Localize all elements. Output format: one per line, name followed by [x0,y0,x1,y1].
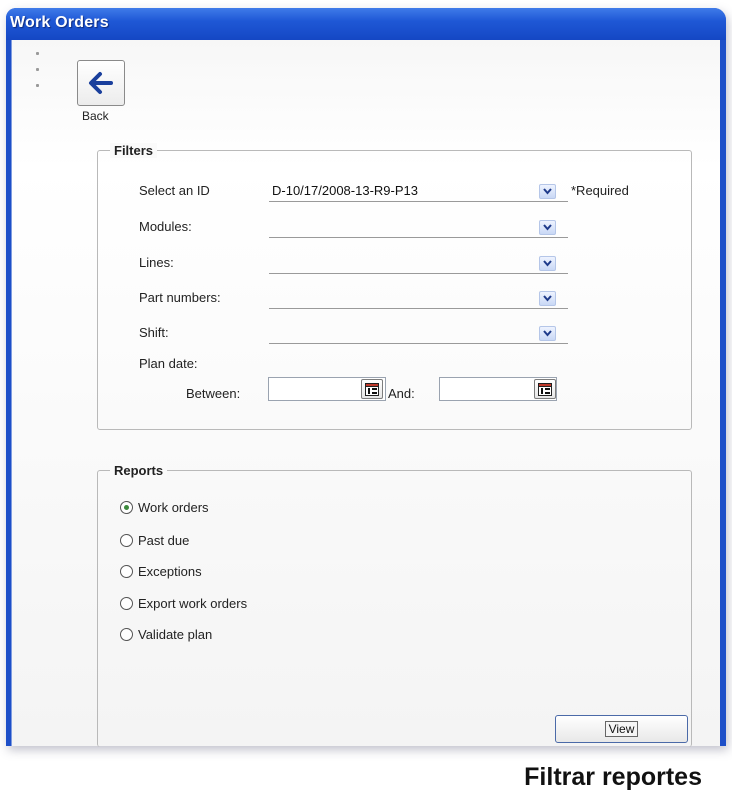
radio-button[interactable] [120,501,133,514]
reports-legend: Reports [110,463,168,478]
chevron-down-icon [543,260,552,267]
chevron-down-icon [543,188,552,195]
radio-button[interactable] [120,597,133,610]
radio-button[interactable] [120,534,133,547]
start-calendar-button[interactable] [361,379,383,399]
radio-button[interactable] [120,565,133,578]
required-note: *Required [571,183,629,198]
chevron-down-icon [543,330,552,337]
back-label: Back [82,109,109,123]
end-calendar-button[interactable] [534,379,556,399]
caption-text: Filtrar reportes [524,763,702,791]
radio-export-work-orders[interactable]: Export work orders [120,596,247,611]
modules-label: Modules: [139,219,192,234]
part-numbers-dropdown[interactable] [539,291,556,306]
shift-dropdown[interactable] [539,326,556,341]
filters-legend: Filters [110,143,158,158]
toolbar-grip[interactable] [36,52,40,100]
modules-combo[interactable] [269,237,568,238]
shift-label: Shift: [139,325,169,340]
title-bar: Work Orders [6,8,726,40]
view-button[interactable]: View [555,715,688,743]
radio-past-due[interactable]: Past due [120,533,189,548]
lines-label: Lines: [139,255,174,270]
back-button[interactable] [77,60,125,106]
part-numbers-label: Part numbers: [139,290,221,305]
radio-label: Exceptions [138,564,202,579]
select-id-dropdown[interactable] [539,184,556,199]
modules-dropdown[interactable] [539,220,556,235]
between-label: Between: [186,386,241,401]
radio-exceptions[interactable]: Exceptions [120,564,202,579]
arrow-left-icon [89,72,113,94]
view-button-label: View [604,721,639,737]
calendar-icon [365,382,379,396]
radio-label: Export work orders [138,596,248,611]
radio-label: Work orders [138,500,209,515]
radio-button[interactable] [120,628,133,641]
select-id-combo[interactable] [269,201,568,202]
window-title: Work Orders [10,14,109,31]
radio-label: Validate plan [138,627,213,642]
radio-label: Past due [138,533,190,548]
chevron-down-icon [543,295,552,302]
plan-date-label: Plan date: [139,356,198,371]
part-numbers-combo[interactable] [269,308,568,309]
lines-dropdown[interactable] [539,256,556,271]
and-label: And: [388,386,415,401]
shift-combo[interactable] [269,343,568,344]
calendar-icon [538,382,552,396]
radio-validate-plan[interactable]: Validate plan [120,627,212,642]
select-id-label: Select an ID [139,183,210,198]
chevron-down-icon [543,224,552,231]
radio-work-orders[interactable]: Work orders [120,500,209,515]
select-id-value: D-10/17/2008-13-R9-P13 [272,183,418,198]
lines-combo[interactable] [269,273,568,274]
